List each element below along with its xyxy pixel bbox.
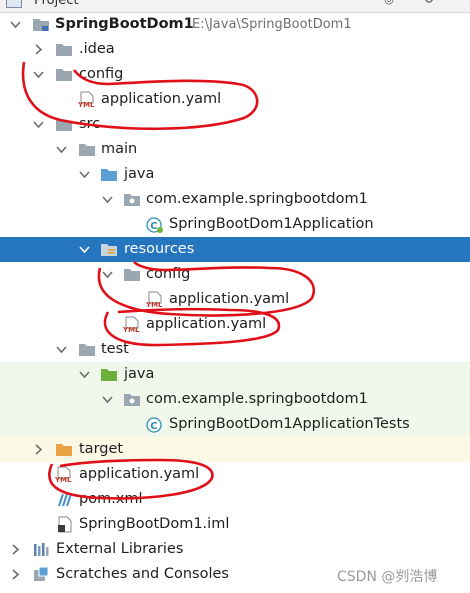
chevron-right-icon[interactable] — [10, 544, 21, 555]
yaml-file-icon: YML — [123, 316, 141, 333]
source-folder-icon — [100, 166, 118, 183]
tree-row-test[interactable]: test — [0, 337, 470, 362]
libraries-icon — [32, 541, 50, 558]
tree-label: SpringBootDom1.iml — [79, 516, 230, 532]
chevron-down-icon[interactable] — [102, 194, 113, 205]
folder-icon — [55, 116, 73, 133]
tree-label: com.example.springbootdom1 — [146, 391, 368, 407]
tree-row-config[interactable]: config — [0, 62, 470, 87]
module-folder-icon — [32, 16, 50, 33]
tree-label: External Libraries — [56, 541, 184, 557]
tree-label: config — [79, 66, 124, 82]
chevron-right-icon[interactable] — [33, 44, 44, 55]
chevron-down-icon[interactable] — [102, 394, 113, 405]
chevron-down-icon[interactable] — [33, 119, 44, 130]
tree-label: application.yaml — [146, 316, 267, 332]
resources-folder-icon — [100, 241, 118, 258]
tree-row-main-java[interactable]: java — [0, 162, 470, 187]
watermark: CSDN @刿浩博 — [337, 569, 438, 585]
tree-label: pom.xml — [79, 491, 143, 507]
tree-row-main-class[interactable]: C SpringBootDom1Application — [0, 212, 470, 237]
chevron-down-icon[interactable] — [56, 344, 67, 355]
tree-row-main[interactable]: main — [0, 137, 470, 162]
svg-text:YML: YML — [78, 101, 95, 108]
tree-row-test-java[interactable]: java — [0, 362, 470, 387]
tool-window-title[interactable]: Project — [34, 0, 78, 8]
tree-row-res-yaml[interactable]: YML application.yaml — [0, 312, 470, 337]
tree-row-idea[interactable]: .idea — [0, 37, 470, 62]
svg-text:YML: YML — [146, 301, 163, 308]
tree-label: main — [101, 141, 138, 157]
tree-label: java — [124, 166, 155, 182]
tree-row-root-yaml[interactable]: YML application.yaml — [0, 462, 470, 487]
tree-row-config-yaml[interactable]: YML application.yaml — [0, 87, 470, 112]
tree-label: com.example.springbootdom1 — [146, 191, 368, 207]
tree-label: config — [146, 266, 191, 282]
chevron-right-icon[interactable] — [10, 569, 21, 580]
chevron-down-icon[interactable] — [102, 269, 113, 280]
project-view-icon — [6, 0, 22, 8]
chevron-down-icon[interactable] — [79, 244, 90, 255]
chevron-down-icon[interactable] — [56, 144, 67, 155]
svg-text:YML: YML — [55, 476, 72, 483]
chevron-down-icon[interactable] — [10, 19, 21, 30]
spring-boot-class-icon: C — [146, 216, 164, 233]
tree-row-external-libraries[interactable]: External Libraries — [0, 537, 470, 562]
class-icon: C — [146, 416, 164, 433]
tree-row-res-config[interactable]: config — [0, 262, 470, 287]
yaml-file-icon: YML — [78, 91, 96, 108]
folder-icon — [55, 41, 73, 58]
folder-icon — [78, 141, 96, 158]
scratches-icon — [32, 566, 50, 583]
svg-text:C: C — [150, 421, 157, 432]
tree-label: application.yaml — [101, 91, 222, 107]
tree-row-test-class[interactable]: C SpringBootDom1ApplicationTests — [0, 412, 470, 437]
tree-label: Scratches and Consoles — [56, 566, 229, 582]
tree-label: application.yaml — [79, 466, 200, 482]
chevron-down-icon[interactable] — [79, 169, 90, 180]
tree-label: application.yaml — [169, 291, 290, 307]
package-icon — [123, 191, 141, 208]
svg-text:YML: YML — [123, 326, 140, 333]
tree-row-root[interactable]: SpringBootDom1 E:\Java\SpringBootDom1 — [0, 12, 470, 37]
folder-icon — [123, 266, 141, 283]
module-path: E:\Java\SpringBootDom1 — [192, 17, 352, 32]
folder-icon — [78, 341, 96, 358]
tree-label: SpringBootDom1 — [55, 16, 194, 32]
excluded-folder-icon — [55, 441, 73, 458]
tree-label: SpringBootDom1ApplicationTests — [169, 416, 410, 432]
tree-row-pom[interactable]: pom.xml — [0, 487, 470, 512]
tree-label: java — [124, 366, 155, 382]
tree-row-src[interactable]: src — [0, 112, 470, 137]
svg-text:C: C — [150, 221, 157, 232]
tree-row-target[interactable]: target — [0, 437, 470, 462]
maven-icon — [55, 491, 73, 508]
chevron-down-icon[interactable] — [79, 369, 90, 380]
tree-row-main-package[interactable]: com.example.springbootdom1 — [0, 187, 470, 212]
tree-row-test-package[interactable]: com.example.springbootdom1 — [0, 387, 470, 412]
tree-row-res-config-yaml[interactable]: YML application.yaml — [0, 287, 470, 312]
yaml-file-icon: YML — [146, 291, 164, 308]
tree-label: .idea — [79, 41, 115, 57]
iml-file-icon — [55, 516, 73, 533]
tree-label: src — [79, 116, 101, 132]
test-source-folder-icon — [100, 366, 118, 383]
gear-icon[interactable]: ⚙ — [423, 0, 435, 6]
target-icon[interactable]: ◎ — [383, 0, 395, 6]
package-icon — [123, 391, 141, 408]
tree-label: resources — [124, 241, 195, 257]
tree-label: SpringBootDom1Application — [169, 216, 374, 232]
chevron-down-icon[interactable] — [33, 69, 44, 80]
tree-row-resources[interactable]: resources — [0, 237, 470, 262]
yaml-file-icon: YML — [55, 466, 73, 483]
tree-label: test — [101, 341, 129, 357]
tree-label: target — [79, 441, 124, 457]
tree-row-iml[interactable]: SpringBootDom1.iml — [0, 512, 470, 537]
chevron-right-icon[interactable] — [33, 444, 44, 455]
folder-icon — [55, 66, 73, 83]
